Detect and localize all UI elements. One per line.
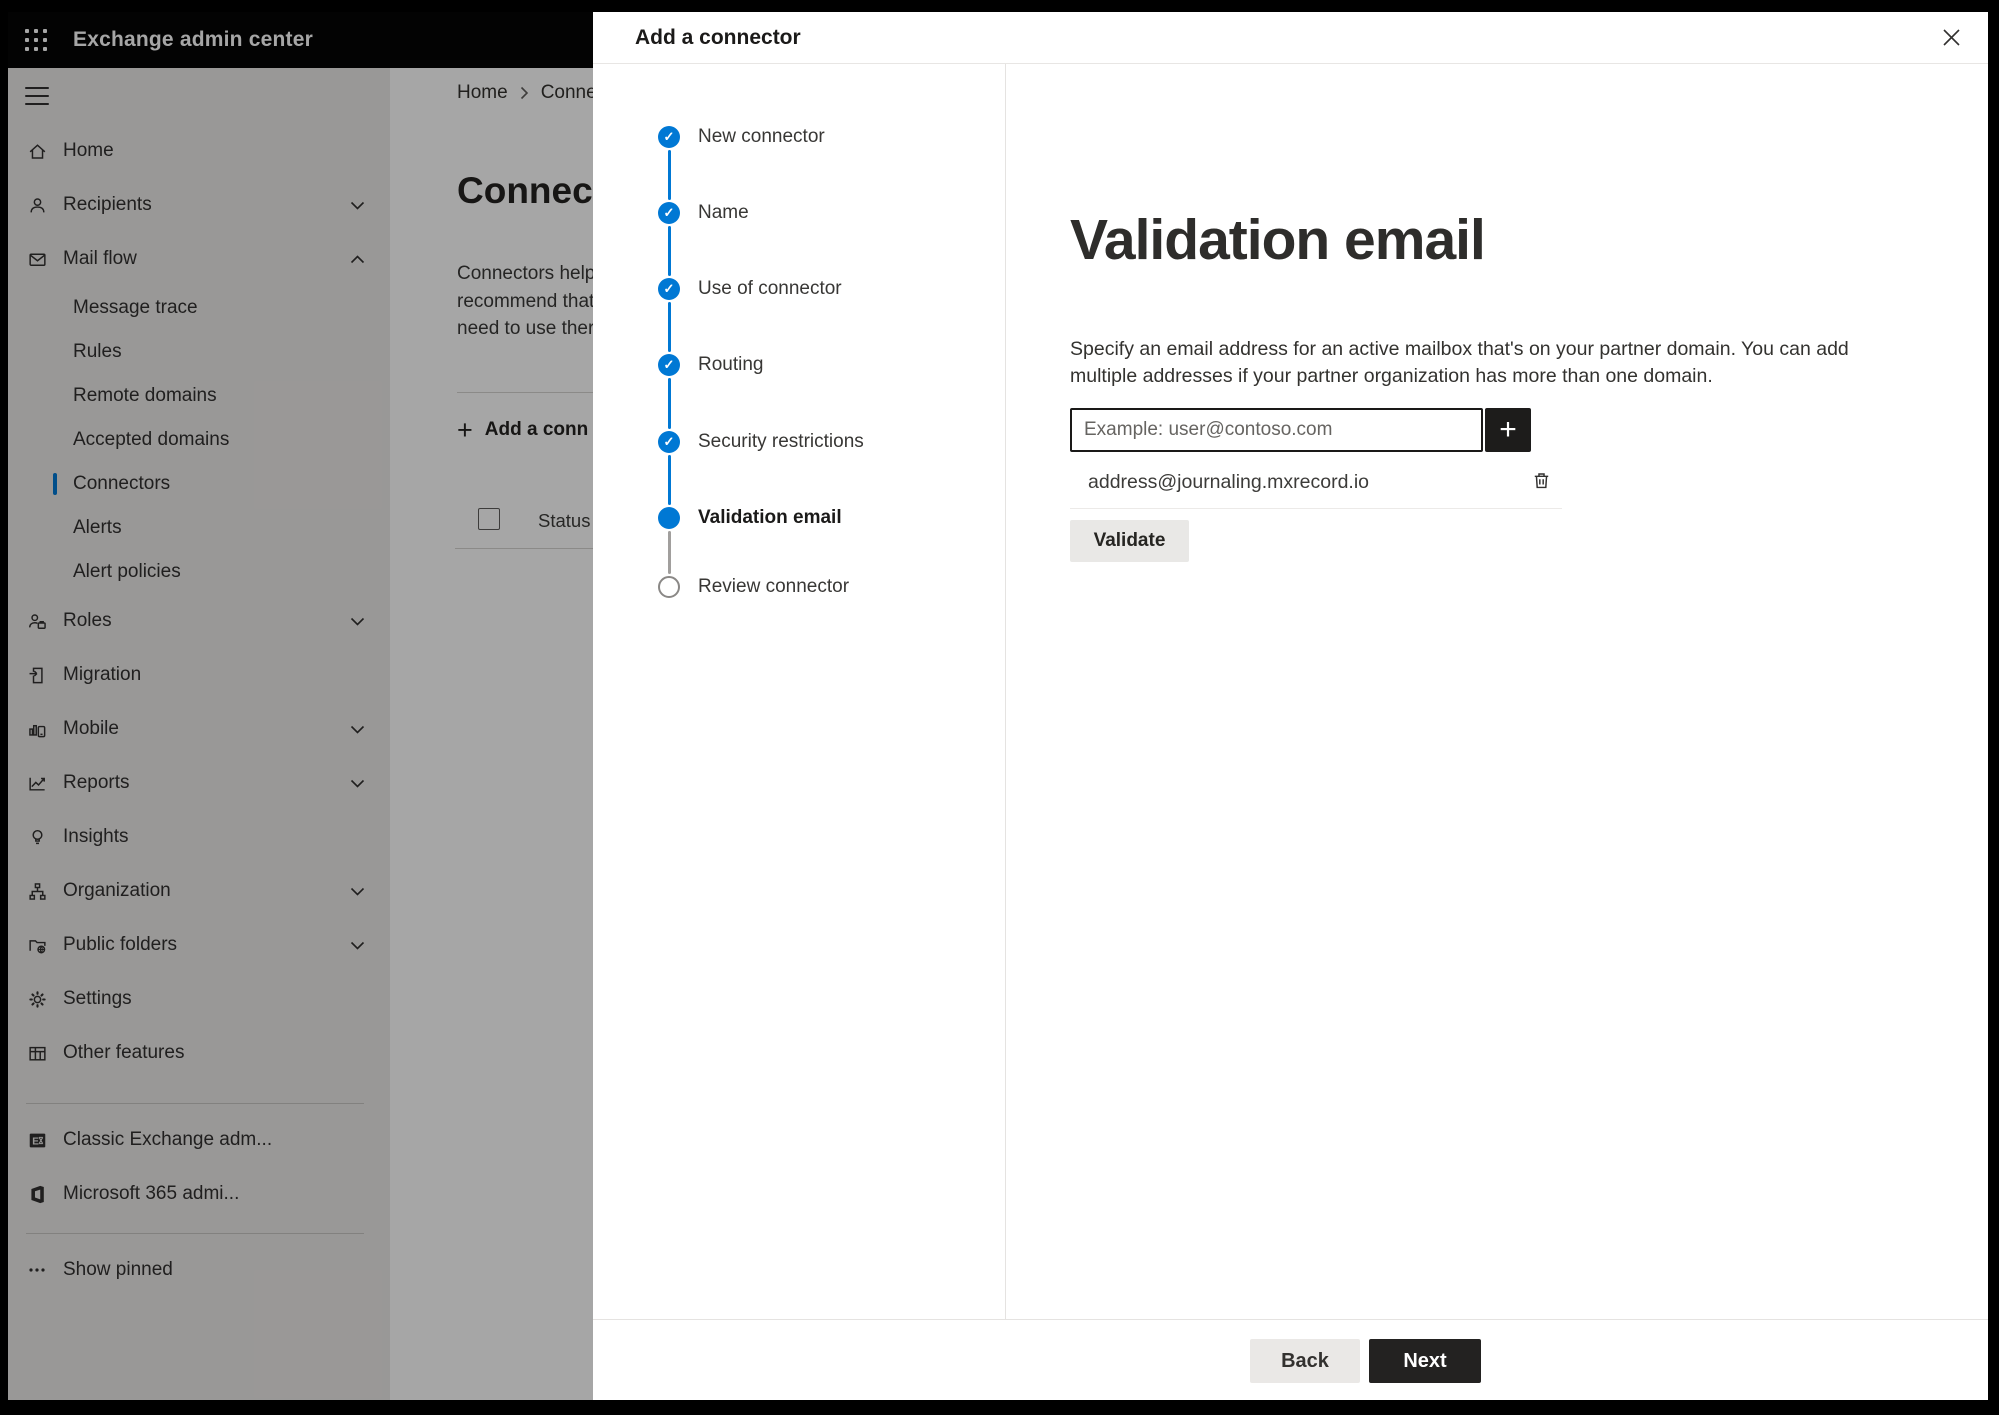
wizard-step-new-connector[interactable]: ✓ New connector <box>593 126 1005 148</box>
wizard-step-routing[interactable]: ✓ Routing <box>593 354 1005 376</box>
step-check-icon: ✓ <box>658 278 680 300</box>
email-input[interactable] <box>1070 408 1483 452</box>
step-connector-line <box>667 302 671 352</box>
back-button[interactable]: Back <box>1250 1339 1360 1383</box>
modal-title: Add a connector <box>635 26 801 49</box>
step-description: Specify an email address for an active m… <box>1070 337 1849 388</box>
address-text: address@journaling.mxrecord.io <box>1088 470 1370 493</box>
modal-main: Validation email Specify an email addres… <box>1006 64 1988 1320</box>
wizard-step-security-restrictions[interactable]: ✓ Security restrictions <box>593 431 1005 453</box>
step-circle-icon <box>658 576 680 598</box>
step-label: Review connector <box>698 576 850 597</box>
step-label: Name <box>698 202 749 223</box>
step-connector-line <box>667 531 671 574</box>
step-current-icon <box>658 507 680 529</box>
wizard-steps: ✓ New connector ✓ Name ✓ Use of connector ✓ Rou… <box>593 64 1006 1320</box>
modal-footer: Back Next <box>593 1319 1988 1400</box>
step-check-icon: ✓ <box>658 202 680 224</box>
address-row: address@journaling.mxrecord.io <box>1070 456 1562 509</box>
close-button[interactable] <box>1935 21 1967 53</box>
trash-icon <box>1531 470 1552 494</box>
validate-button[interactable]: Validate <box>1070 520 1189 562</box>
wizard-step-validation-email[interactable]: Validation email <box>593 507 1005 529</box>
add-email-button[interactable]: + <box>1485 408 1531 452</box>
step-label: Validation email <box>698 507 842 528</box>
step-connector-line <box>667 226 671 276</box>
next-button[interactable]: Next <box>1369 1339 1481 1383</box>
step-label: Use of connector <box>698 278 842 299</box>
step-label: Routing <box>698 354 764 375</box>
delete-address-button[interactable] <box>1527 466 1556 498</box>
step-check-icon: ✓ <box>658 126 680 148</box>
plus-icon: + <box>1499 413 1517 446</box>
add-connector-modal: Add a connector ✓ New connector ✓ Name ✓ Use … <box>593 12 1988 1400</box>
wizard-step-review-connector[interactable]: Review connector <box>593 576 1005 598</box>
step-connector-line <box>667 378 671 429</box>
step-heading: Validation email <box>1070 208 1486 273</box>
wizard-step-name[interactable]: ✓ Name <box>593 202 1005 224</box>
step-connector-line <box>667 150 671 200</box>
step-label: Security restrictions <box>698 431 864 452</box>
close-icon <box>1942 28 1960 46</box>
email-input-row: + <box>1070 408 1531 452</box>
app-window: Exchange admin center Home Recipients Mail… <box>8 12 1988 1400</box>
step-connector-line <box>667 455 671 505</box>
wizard-step-use-of-connector[interactable]: ✓ Use of connector <box>593 278 1005 300</box>
address-list: address@journaling.mxrecord.io <box>1070 456 1562 509</box>
modal-header: Add a connector <box>593 12 1988 64</box>
step-check-icon: ✓ <box>658 354 680 376</box>
step-check-icon: ✓ <box>658 431 680 453</box>
step-label: New connector <box>698 126 825 147</box>
